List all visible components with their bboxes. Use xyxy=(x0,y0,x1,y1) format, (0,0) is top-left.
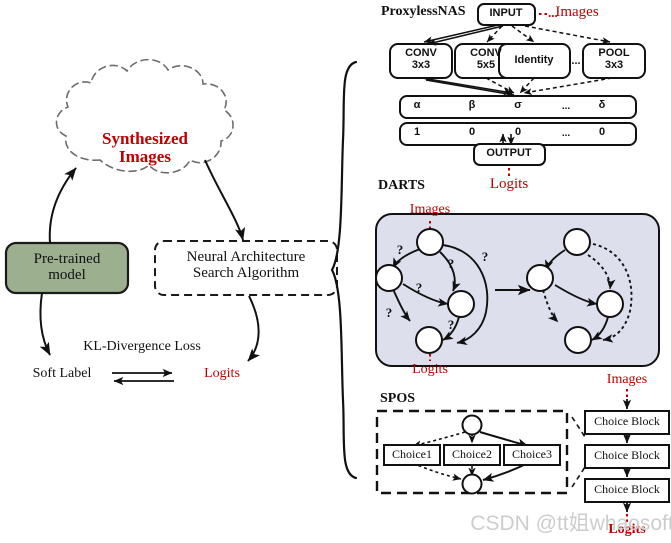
alpha-cell-0: α xyxy=(413,99,421,111)
alpha-cell-2: σ xyxy=(514,99,522,111)
proxyless-input-to-ops-edges xyxy=(423,24,611,46)
csdn-watermark: CSDN @tt姐whaosoft xyxy=(470,512,671,535)
spos-choice-block-1: Choice Block xyxy=(594,414,660,428)
spos-section-title: SPOS xyxy=(380,391,416,406)
darts-question-1: ? xyxy=(447,256,455,271)
binary-cell-0: 1 xyxy=(413,126,421,138)
proxyless-ops-ellipsis: ... xyxy=(571,55,581,67)
darts-derived-graph xyxy=(526,228,633,354)
proxyless-ops-to-alpha-edges xyxy=(421,77,613,98)
soft-label-text: Soft Label xyxy=(32,366,92,381)
synthesized-images-label: Synthesized Images xyxy=(102,129,188,167)
pretrained-model-line1: Pre-trained xyxy=(33,251,101,267)
darts-logits-label: Logits xyxy=(412,362,448,377)
figure-canvas: Synthesized Images Pre-trained model Neu… xyxy=(0,0,671,543)
darts-question-4: ? xyxy=(385,305,393,320)
proxyless-op-conv3x3: CONV 3x3 xyxy=(405,47,437,72)
spos-choice-1: Choice1 xyxy=(392,447,432,461)
pretrained-model-line2: model xyxy=(48,267,86,284)
spos-images-label: Images xyxy=(606,372,648,387)
darts-question-0: ? xyxy=(396,242,404,257)
spos-choice-2: Choice2 xyxy=(452,447,492,461)
proxyless-logits-label: Logits xyxy=(489,176,529,192)
spos-choice-block-2: Choice Block xyxy=(594,448,660,462)
kl-divergence-loss-label: KL-Divergence Loss xyxy=(83,339,201,354)
proxyless-output-arrows xyxy=(499,133,515,146)
kl-divergence-double-arrow xyxy=(112,368,174,386)
proxyless-input-box-label: INPUT xyxy=(489,7,523,19)
darts-search-graph xyxy=(375,228,489,354)
darts-section-title: DARTS xyxy=(378,178,425,193)
pretrained-model-label: Pre-trained model xyxy=(34,251,101,283)
darts-images-label: Images xyxy=(409,202,451,217)
darts-question-3: ? xyxy=(415,280,423,295)
darts-question-2: ? xyxy=(481,249,489,264)
figure-vector-layer xyxy=(4,3,670,522)
op-conv3x3-line2: 3x3 xyxy=(411,58,431,71)
nas-algorithm-label: Neural Architecture Search Algorithm xyxy=(187,249,306,281)
binary-cell-2: 0 xyxy=(514,126,522,138)
op-conv5x5-line2: 5x5 xyxy=(476,58,496,71)
synthesized-images-line2: Images xyxy=(119,147,171,167)
binary-cell-3: ... xyxy=(561,128,571,139)
proxyless-op-conv5x5: CONV 5x5 xyxy=(470,47,502,72)
proxyless-images-label: Images xyxy=(555,4,599,20)
op-pool3x3-line2: 3x3 xyxy=(604,58,624,71)
proxyless-output-box-label: OUTPUT xyxy=(486,147,532,159)
grouping-brace xyxy=(330,60,358,480)
nas-algorithm-line1: Neural Architecture xyxy=(186,249,306,265)
proxyless-op-identity: Identity xyxy=(514,54,554,66)
spos-choice-3: Choice3 xyxy=(512,447,552,461)
darts-question-5: ? xyxy=(447,317,455,332)
logits-left-label: Logits xyxy=(204,366,240,381)
proxyless-op-pool3x3: POOL 3x3 xyxy=(598,47,629,72)
spos-choice-block-3: Choice Block xyxy=(594,482,660,496)
proxylessnas-section-title: ProxylessNAS xyxy=(381,4,466,19)
spos-expansion-lines xyxy=(571,416,586,488)
alpha-cell-1: β xyxy=(468,99,476,111)
alpha-cell-4: δ xyxy=(598,99,606,111)
nas-algorithm-line2: Search Algorithm xyxy=(192,265,300,282)
binary-cell-1: 0 xyxy=(468,126,476,138)
binary-cell-4: 0 xyxy=(598,126,606,138)
synthesized-images-line1: Synthesized xyxy=(102,129,188,148)
alpha-cell-3: ... xyxy=(561,101,571,112)
